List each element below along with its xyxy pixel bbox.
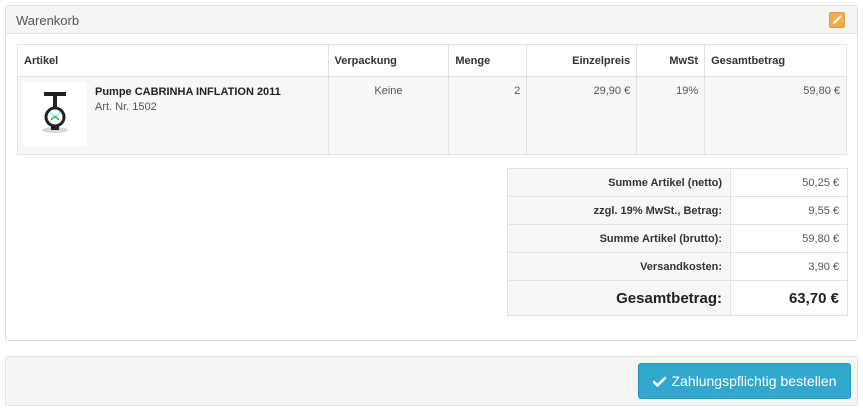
product-name-link[interactable]: Pumpe CABRINHA INFLATION 2011 xyxy=(95,86,281,98)
item-article-cell: Pumpe CABRINHA INFLATION 2011 Art. Nr. 1… xyxy=(17,76,329,155)
item-total: 59,80 € xyxy=(704,76,847,155)
place-order-label: Zahlungspflichtig bestellen xyxy=(671,373,837,389)
cart-title: Warenkorb xyxy=(16,13,80,28)
shipping-label: Versandkosten: xyxy=(507,252,731,281)
place-order-button[interactable]: Zahlungspflichtig bestellen xyxy=(638,363,851,399)
gross-sum-label: Summe Artikel (brutto): xyxy=(507,224,731,253)
cart-panel: Warenkorb Artikel Verpackung Menge Einze… xyxy=(5,5,858,341)
col-header-gesamtbetrag: Gesamtbetrag xyxy=(704,44,847,77)
vat-label: zzgl. 19% MwSt., Betrag: xyxy=(507,196,731,225)
vat-value: 9,55 € xyxy=(730,196,848,225)
net-sum-value: 50,25 € xyxy=(730,168,848,197)
item-tax-rate: 19% xyxy=(636,76,706,155)
grand-total-value: 63,70 € xyxy=(730,280,848,316)
totals-row-net: Summe Artikel (netto) 50,25 € xyxy=(507,168,848,197)
totals-row-gross: Summe Artikel (brutto): 59,80 € xyxy=(507,224,848,253)
col-header-verpackung: Verpackung xyxy=(327,44,450,77)
cart-totals-table: Summe Artikel (netto) 50,25 € zzgl. 19% … xyxy=(507,168,848,316)
grand-total-label: Gesamtbetrag: xyxy=(507,280,731,316)
shipping-value: 3,90 € xyxy=(730,252,848,281)
item-unit-price: 29,90 € xyxy=(526,76,638,155)
totals-row-grand: Gesamtbetrag: 63,70 € xyxy=(507,280,848,316)
item-packaging: Keine xyxy=(327,76,450,155)
net-sum-label: Summe Artikel (netto) xyxy=(507,168,731,197)
pencil-icon xyxy=(833,15,842,24)
gross-sum-value: 59,80 € xyxy=(730,224,848,253)
totals-row-shipping: Versandkosten: 3,90 € xyxy=(507,252,848,281)
product-article-number: Art. Nr. 1502 xyxy=(95,101,157,113)
product-image[interactable] xyxy=(23,82,87,146)
checkmark-icon xyxy=(652,376,666,387)
cart-panel-header: Warenkorb xyxy=(6,6,857,34)
col-header-einzelpreis: Einzelpreis xyxy=(526,44,638,77)
col-header-mwst: MwSt xyxy=(636,44,706,77)
checkout-footer: Zahlungspflichtig bestellen xyxy=(5,356,858,406)
table-header-row: Artikel Verpackung Menge Einzelpreis MwS… xyxy=(17,44,847,77)
col-header-artikel: Artikel xyxy=(17,44,329,77)
item-quantity: 2 xyxy=(448,76,528,155)
edit-cart-button[interactable] xyxy=(829,12,845,28)
table-row: Pumpe CABRINHA INFLATION 2011 Art. Nr. 1… xyxy=(17,76,847,155)
totals-row-vat: zzgl. 19% MwSt., Betrag: 9,55 € xyxy=(507,196,848,225)
col-header-menge: Menge xyxy=(448,44,528,77)
cart-items-table: Artikel Verpackung Menge Einzelpreis MwS… xyxy=(17,44,847,155)
